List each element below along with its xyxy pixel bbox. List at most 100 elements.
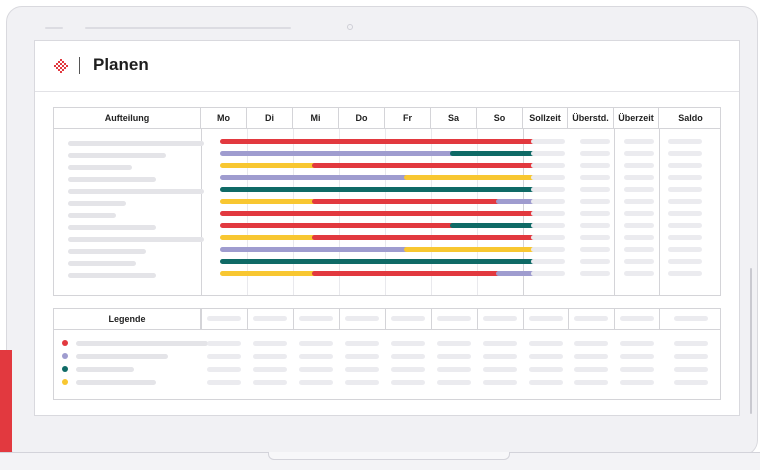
legend-cell-placeholder	[574, 367, 608, 372]
schedule-bar	[220, 271, 324, 276]
schedule-bar	[220, 175, 416, 180]
legend-cell-placeholder	[574, 341, 608, 346]
column-header: Fr	[385, 108, 431, 128]
legend-cell-placeholder	[391, 341, 425, 346]
legend-cell-placeholder	[299, 380, 333, 385]
summary-placeholder	[531, 271, 565, 276]
legend-cell-placeholder	[253, 380, 287, 385]
summary-placeholder	[624, 271, 654, 276]
placeholder-line	[68, 165, 132, 170]
schedule-bar	[220, 151, 462, 156]
schedule-bar	[450, 151, 538, 156]
legend-cell-placeholder	[574, 354, 608, 359]
summary-placeholder	[668, 199, 702, 204]
column-divider	[614, 129, 615, 295]
column-divider	[247, 309, 248, 329]
placeholder-line	[68, 177, 156, 182]
schedule-bar	[450, 223, 538, 228]
legend-cell-placeholder	[673, 341, 708, 346]
legend-cell-placeholder	[345, 380, 379, 385]
summary-placeholder	[580, 247, 610, 252]
legend-cell-placeholder	[673, 380, 708, 385]
column-header: Do	[339, 108, 385, 128]
bezel-line	[85, 27, 291, 29]
summary-placeholder	[668, 187, 702, 192]
schedule-bar	[220, 211, 538, 216]
column-divider	[477, 309, 478, 329]
summary-placeholder	[668, 259, 702, 264]
legend-cell-placeholder	[345, 354, 379, 359]
legend-cell-placeholder	[619, 341, 654, 346]
placeholder-line	[68, 141, 204, 146]
column-divider	[293, 309, 294, 329]
accent-strip	[0, 350, 12, 458]
legend-table: Legende	[53, 308, 721, 400]
summary-placeholder	[531, 139, 565, 144]
column-header: Überstd.	[568, 108, 614, 128]
placeholder-line	[68, 189, 204, 194]
summary-placeholder	[531, 259, 565, 264]
camera-icon	[347, 24, 353, 30]
column-divider	[339, 309, 340, 329]
legend-cell-placeholder	[483, 354, 517, 359]
summary-placeholder	[624, 175, 654, 180]
legend-cell-placeholder	[391, 380, 425, 385]
header-placeholder	[345, 316, 379, 321]
summary-placeholder	[668, 211, 702, 216]
legend-cell-placeholder	[299, 354, 333, 359]
summary-placeholder	[531, 223, 565, 228]
summary-placeholder	[580, 163, 610, 168]
summary-placeholder	[668, 139, 702, 144]
legend-cell-placeholder	[253, 354, 287, 359]
legend-cell-placeholder	[437, 367, 471, 372]
legend-cell-placeholder	[528, 380, 563, 385]
legend-cell-placeholder	[207, 354, 241, 359]
summary-placeholder	[624, 235, 654, 240]
schedule-bar	[220, 223, 462, 228]
summary-placeholder	[531, 211, 565, 216]
summary-placeholder	[668, 271, 702, 276]
legend-cell-placeholder	[253, 367, 287, 372]
summary-placeholder	[580, 187, 610, 192]
page-title: Planen	[93, 55, 149, 74]
schedule-bar	[220, 163, 324, 168]
summary-placeholder	[624, 199, 654, 204]
legend-cell-placeholder	[207, 367, 241, 372]
summary-placeholder	[580, 271, 610, 276]
legend-label-placeholder	[76, 354, 168, 359]
summary-placeholder	[580, 223, 610, 228]
summary-placeholder	[580, 175, 610, 180]
scrollbar[interactable]	[750, 268, 752, 414]
summary-placeholder	[624, 247, 654, 252]
header-placeholder	[673, 316, 708, 321]
legend-cell-placeholder	[253, 341, 287, 346]
column-header: Mi	[293, 108, 339, 128]
summary-placeholder	[531, 247, 565, 252]
header-divider	[54, 329, 720, 330]
title-separator	[79, 57, 80, 74]
column-header: Aufteilung	[54, 108, 201, 128]
column-divider	[385, 309, 386, 329]
column-header: Mo	[201, 108, 247, 128]
summary-placeholder	[668, 175, 702, 180]
placeholder-line	[68, 153, 166, 158]
column-divider	[614, 309, 615, 329]
bezel-line	[45, 27, 63, 29]
column-divider	[523, 309, 524, 329]
legend-cell-placeholder	[437, 354, 471, 359]
header-placeholder	[207, 316, 241, 321]
summary-placeholder	[580, 235, 610, 240]
summary-placeholder	[624, 223, 654, 228]
legend-cell-placeholder	[528, 354, 563, 359]
summary-placeholder	[580, 139, 610, 144]
header-placeholder	[391, 316, 425, 321]
summary-placeholder	[624, 151, 654, 156]
header-divider	[54, 128, 720, 129]
legend-cell-placeholder	[528, 341, 563, 346]
legend-cell-placeholder	[619, 367, 654, 372]
summary-placeholder	[624, 211, 654, 216]
placeholder-line	[68, 261, 136, 266]
legend-color-dot	[62, 366, 68, 372]
schedule-bar	[220, 247, 416, 252]
legend-cell-placeholder	[299, 367, 333, 372]
